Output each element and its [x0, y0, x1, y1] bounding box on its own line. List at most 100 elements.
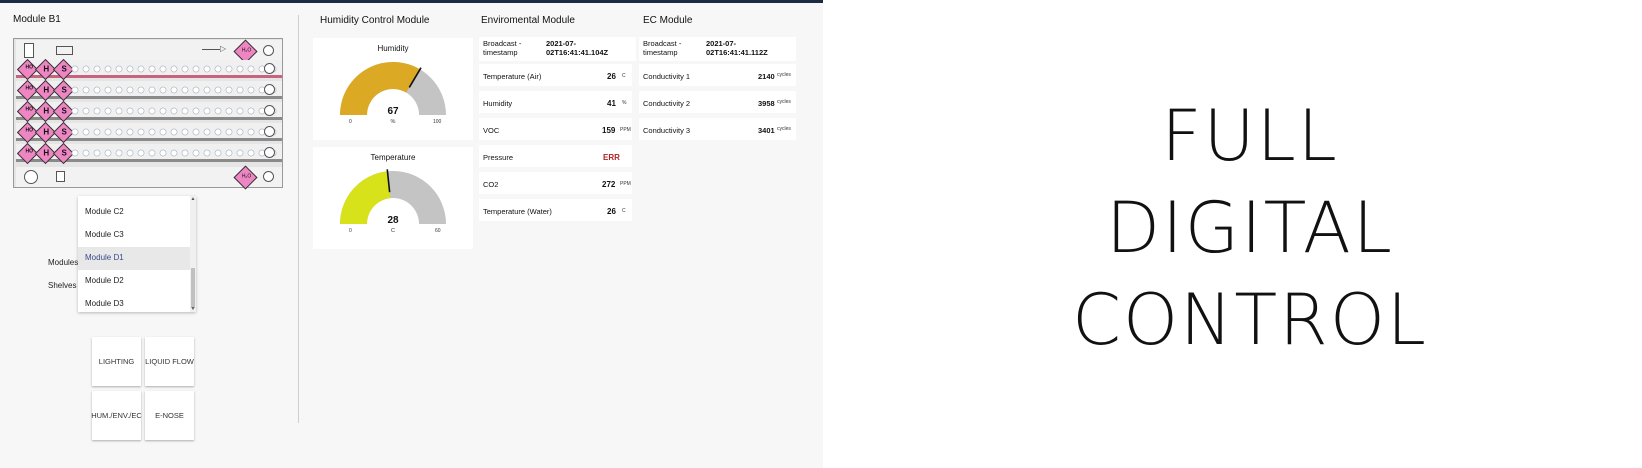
- row-label: Temperature (Water): [483, 207, 552, 216]
- plant-row: [70, 105, 278, 117]
- broadcast-timestamp: 2021-07- 02T16:41:41.112Z: [706, 39, 768, 57]
- option-module-d3[interactable]: Module D3: [78, 293, 190, 316]
- temperature-value: 28: [387, 215, 399, 226]
- ec-module-title: EC Module: [643, 15, 693, 26]
- humidity-min: 0: [349, 119, 352, 125]
- module-b1-diagram[interactable]: ▷ H₂O HO H S HO H S HO H S HO H S HO H S…: [13, 38, 283, 190]
- option-module-d1[interactable]: Module D1: [78, 247, 190, 270]
- humidity-gauge-title: Humidity: [377, 44, 409, 53]
- row-value: 159: [602, 126, 616, 135]
- conductivity-2-row: Conductivity 2 3958 cycles: [639, 91, 796, 113]
- pipe-line: [202, 49, 220, 50]
- scroll-up-icon[interactable]: ▲: [190, 196, 196, 202]
- row-label: CO2: [483, 180, 499, 189]
- tank-icon: [24, 43, 34, 58]
- broadcast-label: Broadcast - timestamp: [483, 39, 522, 57]
- plant-row: [70, 126, 278, 138]
- row-sensor-icon: [264, 126, 275, 137]
- temperature-gauge-card: Temperature 28 C 0 60: [313, 147, 473, 249]
- humidity-gauge-card: Humidity 67 % 0 100: [313, 38, 473, 140]
- shelf-row[interactable]: HO H S: [16, 58, 282, 81]
- row-sensor-icon: [264, 84, 275, 95]
- shelves-label: Shelves: [48, 281, 77, 290]
- row-value: 26: [607, 207, 616, 216]
- option-module-c3[interactable]: Module C3: [78, 224, 190, 247]
- row-label: Humidity: [483, 99, 513, 108]
- reservoir-icon: [56, 46, 73, 55]
- option-module-c2[interactable]: Module C2: [78, 201, 190, 224]
- valve-icon: ▷: [220, 44, 227, 53]
- plant-row: [70, 147, 278, 159]
- row-label: Conductivity 3: [643, 126, 691, 135]
- scrollbar-thumb[interactable]: [191, 268, 195, 308]
- temperature-air-row: Temperature (Air) 26 C: [479, 64, 632, 86]
- diagram-top-bar: ▷ H₂O: [16, 39, 282, 64]
- liquid-flow-button[interactable]: LIQUID FLOW: [145, 337, 194, 386]
- modules-label: Modules: [48, 258, 79, 267]
- shelf-row[interactable]: HO H S: [16, 142, 282, 165]
- row-sensor-icon: [264, 147, 275, 158]
- pressure-row: Pressure ERR: [479, 145, 632, 167]
- row-unit: C: [622, 73, 626, 79]
- humidity-row: Humidity 41 %: [479, 91, 632, 113]
- sensor-icon: [263, 171, 274, 182]
- hum-env-ec-button[interactable]: HUM./ENV./EC: [91, 391, 142, 440]
- filter-icon: [56, 171, 65, 182]
- humidity-unit: %: [390, 119, 396, 125]
- broadcast-label: Broadcast - timestamp: [643, 39, 682, 57]
- row-unit: C: [622, 208, 626, 214]
- temperature-min: 0: [349, 228, 352, 234]
- humidity-max: 100: [433, 119, 442, 125]
- row-value: 26: [607, 72, 616, 81]
- row-unit: PPM: [620, 181, 631, 187]
- dashboard-screenshot: Module B1 ▷ H₂O HO H S HO H S HO H S HO …: [0, 0, 823, 468]
- co2-row: CO2 272 PPM: [479, 172, 632, 194]
- temperature-max: 60: [435, 228, 441, 234]
- lighting-button[interactable]: LIGHTING: [92, 337, 141, 386]
- humidity-value: 67: [387, 106, 399, 117]
- row-value: 2140: [758, 72, 775, 81]
- headline-line-2: DIGITAL: [1106, 187, 1394, 269]
- panel-divider: [298, 15, 299, 423]
- pump-label: H₂O: [241, 47, 252, 54]
- broadcast-timestamp: 2021-07- 02T16:41:41.104Z: [546, 39, 609, 57]
- conductivity-1-row: Conductivity 1 2140 cycles: [639, 64, 796, 86]
- headline-line-3: CONTROL: [1072, 279, 1428, 361]
- temperature-water-row: Temperature (Water) 26 C: [479, 199, 632, 221]
- conductivity-3-row: Conductivity 3 3401 cycles: [639, 118, 796, 140]
- row-sensor-icon: [264, 105, 275, 116]
- row-sensor-icon: [264, 63, 275, 74]
- humidity-module-title: Humidity Control Module: [320, 15, 430, 26]
- broadcast-row: Broadcast - timestamp 2021-07- 02T16:41:41…: [639, 37, 796, 61]
- row-unit: %: [622, 100, 627, 106]
- row-value: 272: [602, 180, 616, 189]
- plant-row: [70, 84, 278, 96]
- shelf-row[interactable]: HO H S: [16, 79, 282, 102]
- broadcast-row: Broadcast - timestamp 2021-07- 02T16:41:41…: [479, 37, 636, 61]
- environmental-module-title: Enviromental Module: [481, 15, 575, 26]
- row-label: Conductivity 1: [643, 72, 691, 81]
- headline-line-1: FULL: [1161, 95, 1339, 177]
- row-unit: PPM: [620, 127, 631, 133]
- row-unit: cycles: [777, 72, 791, 78]
- row-label: Pressure: [483, 153, 514, 162]
- row-unit: cycles: [777, 126, 791, 132]
- shelf-row[interactable]: HO H S: [16, 121, 282, 144]
- row-label: VOC: [483, 126, 500, 135]
- voc-row: VOC 159 PPM: [479, 118, 632, 140]
- row-value: 41: [607, 99, 616, 108]
- list-scrollbar[interactable]: ▲ ▼: [190, 196, 196, 312]
- module-select-list[interactable]: Module C2 Module C3 Module D1 Module D2 …: [78, 196, 196, 312]
- module-b1-title: Module B1: [13, 14, 61, 25]
- drain-icon: [24, 170, 38, 184]
- sensor-icon: [263, 45, 274, 56]
- row-label: Temperature (Air): [483, 72, 542, 81]
- shelf-row[interactable]: HO H S: [16, 100, 282, 123]
- headline: FULL DIGITAL CONTROL: [1040, 90, 1460, 366]
- diagram-bottom-bar: H₂O: [16, 165, 282, 190]
- e-nose-button[interactable]: E-NOSE: [145, 391, 194, 440]
- scroll-down-icon[interactable]: ▼: [190, 306, 196, 312]
- pump-icon[interactable]: H₂O: [233, 165, 258, 190]
- row-value: 3958: [758, 99, 775, 108]
- option-module-d2[interactable]: Module D2: [78, 270, 190, 293]
